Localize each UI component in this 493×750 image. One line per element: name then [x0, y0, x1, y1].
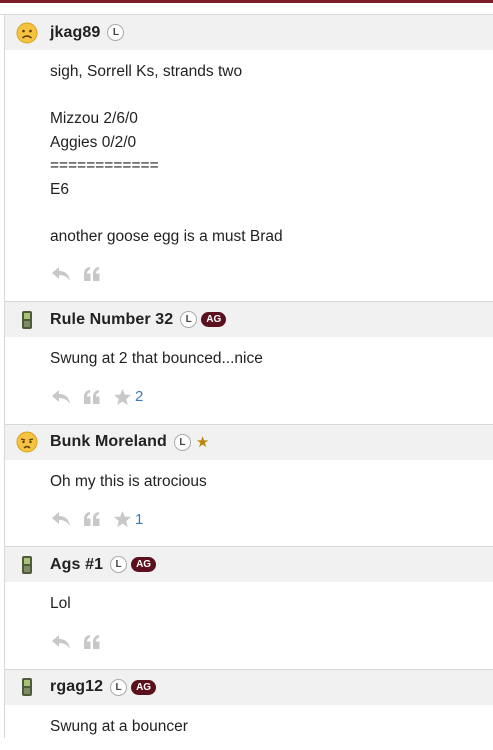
post-text-line: Mizzou 2/6/0 — [50, 110, 138, 127]
post-header: Bunk Moreland L ★ — [5, 424, 493, 460]
star-badge-icon: ★ — [195, 433, 210, 451]
ag-badge: AG — [201, 312, 227, 327]
reply-icon[interactable] — [51, 389, 71, 405]
post-actions — [5, 629, 493, 655]
lifetime-badge: L — [180, 311, 198, 328]
post-actions: 2 — [5, 384, 493, 410]
post-header: Ags #1 L AG — [5, 547, 493, 582]
post: rgag12 L AG Swung at a bouncer — [4, 669, 493, 739]
username[interactable]: Bunk Moreland — [50, 433, 167, 451]
post-header: jkag89 L — [5, 15, 493, 50]
post-actions: 1 — [5, 506, 493, 532]
post-text-line — [50, 84, 493, 108]
post-body: sigh, Sorrell Ks, strands two Mizzou 2/6… — [5, 50, 493, 248]
ag-badge: AG — [131, 557, 157, 572]
quote-icon[interactable] — [83, 634, 101, 650]
post-body: Oh my this is atrocious — [5, 460, 493, 494]
lifetime-badge: L — [173, 433, 191, 451]
phone-icon[interactable] — [15, 308, 39, 332]
lifetime-badge: L — [110, 556, 128, 573]
post-text-line: another goose egg is a must Brad — [50, 227, 283, 245]
post-body: Lol — [5, 582, 493, 616]
quote-icon[interactable] — [83, 511, 101, 527]
quote-icon[interactable] — [83, 389, 101, 405]
username[interactable]: rgag12 — [50, 678, 103, 696]
reply-icon[interactable] — [51, 634, 71, 650]
post-body: Swung at 2 that bounced...nice — [5, 337, 493, 371]
lifetime-badge: L — [107, 24, 125, 41]
phone-icon[interactable] — [15, 553, 39, 577]
username[interactable]: jkag89 — [50, 24, 100, 42]
post-text-line: Swung at a bouncer — [50, 717, 188, 735]
post-text-line: E6 — [50, 180, 69, 198]
like-button[interactable]: 2 — [113, 388, 143, 406]
post-feed: jkag89 L sigh, Sorrell Ks, strands two M… — [4, 15, 493, 738]
star-icon — [114, 511, 131, 527]
like-button[interactable]: 1 — [113, 510, 143, 528]
post: Ags #1 L AG Lol — [4, 547, 493, 670]
post-header: Rule Number 32 L AG — [5, 302, 493, 337]
post: Bunk Moreland L ★ Oh my this is atrociou… — [4, 424, 493, 547]
post-text-line: sigh, Sorrell Ks, strands two — [50, 63, 243, 80]
phone-icon[interactable] — [15, 675, 39, 699]
frowning-face-icon[interactable] — [15, 21, 39, 45]
post-text-line: Aggies 0/2/0 — [50, 133, 137, 151]
username[interactable]: Rule Number 32 — [50, 311, 173, 329]
ag-badge: AG — [131, 679, 157, 695]
reply-icon[interactable] — [51, 511, 71, 527]
lifetime-badge: L — [110, 678, 128, 696]
post-header: rgag12 L AG — [5, 669, 493, 705]
post-text-line: Swung at 2 that bounced...nice — [50, 350, 263, 367]
post-text-line — [50, 201, 493, 225]
quote-icon[interactable] — [83, 266, 101, 282]
post-text-line: Oh my this is atrocious — [50, 472, 207, 490]
reply-icon[interactable] — [51, 266, 71, 282]
top-accent-bar — [0, 0, 493, 3]
post-text-line: Lol — [50, 595, 71, 612]
post-actions — [5, 261, 493, 287]
post: Rule Number 32 L AG Swung at 2 that boun… — [4, 302, 493, 425]
post: jkag89 L sigh, Sorrell Ks, strands two M… — [4, 15, 493, 302]
post-body: Swung at a bouncer — [5, 705, 493, 739]
post-text-line: ============ — [50, 157, 159, 174]
star-icon — [114, 388, 131, 405]
username[interactable]: Ags #1 — [50, 556, 103, 574]
like-count: 1 — [135, 510, 144, 528]
worried-face-icon[interactable] — [15, 430, 39, 454]
like-count: 2 — [135, 388, 144, 405]
